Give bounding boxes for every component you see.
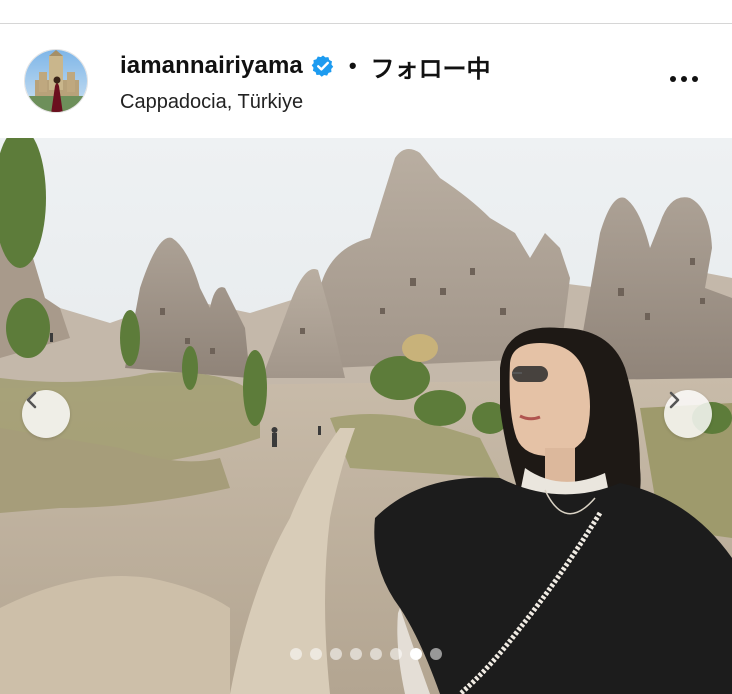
following-button[interactable]: フォロー中 xyxy=(371,49,491,84)
carousel-dot[interactable] xyxy=(330,648,342,660)
avatar[interactable] xyxy=(24,49,88,113)
chevron-right-icon[interactable] xyxy=(664,390,712,438)
verified-badge-icon xyxy=(311,55,334,77)
carousel-dot[interactable] xyxy=(290,648,302,660)
separator-dot: • xyxy=(348,53,357,78)
chevron-left-icon[interactable] xyxy=(22,390,70,438)
cropped-text-fragment xyxy=(40,0,76,4)
top-strip xyxy=(0,0,732,24)
carousel-dot[interactable] xyxy=(410,648,422,660)
cappadocia-photo xyxy=(0,138,732,694)
carousel-dot[interactable] xyxy=(390,648,402,660)
chevron-right-glyph xyxy=(669,391,680,409)
more-dot xyxy=(692,76,698,82)
post-photo[interactable] xyxy=(0,138,732,694)
carousel-dot[interactable] xyxy=(370,648,382,660)
carousel-indicator xyxy=(0,648,732,660)
more-dot xyxy=(681,76,687,82)
more-options-icon[interactable] xyxy=(664,67,704,91)
username-row: iamannairiyama • フォロー中 xyxy=(120,49,491,83)
post-header: iamannairiyama • フォロー中 Cappadocia, Türki… xyxy=(0,25,732,138)
more-dot xyxy=(670,76,676,82)
location-link[interactable]: Cappadocia, Türkiye xyxy=(120,91,303,114)
carousel-dot[interactable] xyxy=(430,648,442,660)
carousel-dot[interactable] xyxy=(310,648,322,660)
chevron-left-glyph xyxy=(26,391,37,409)
username[interactable]: iamannairiyama xyxy=(120,52,303,80)
carousel-dot[interactable] xyxy=(350,648,362,660)
